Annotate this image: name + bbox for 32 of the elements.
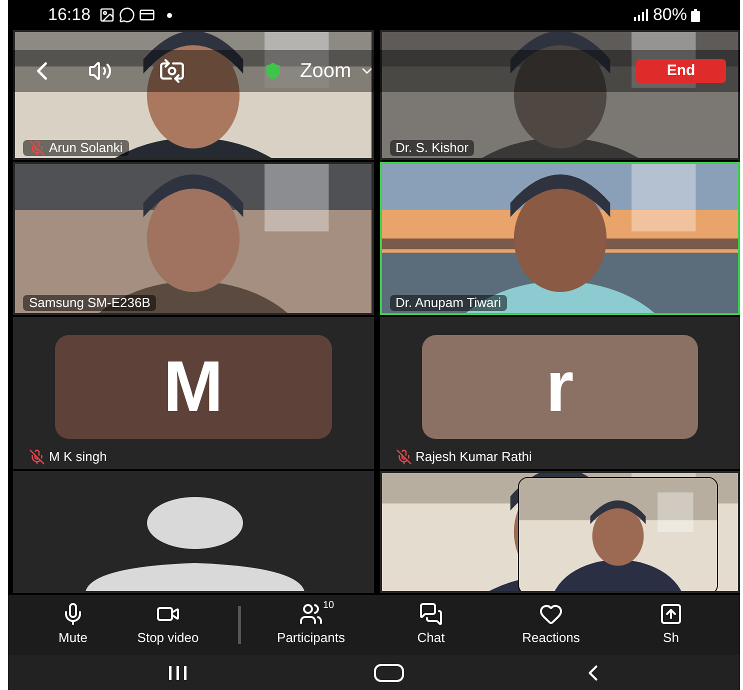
heart-icon — [539, 602, 563, 626]
chat-icon — [118, 7, 135, 23]
participant-name: Samsung SM-E236B — [29, 295, 150, 311]
recent-apps-icon[interactable] — [168, 664, 188, 680]
chat-bubbles-icon — [419, 602, 443, 626]
image-icon — [98, 7, 115, 23]
share-icon — [659, 602, 683, 626]
toolbar-button[interactable]: Reactions — [491, 602, 611, 648]
participant-name: Rajesh Kumar Rathi — [416, 449, 532, 465]
participant-name: Arun Solanki — [49, 140, 123, 156]
toolbar-button[interactable]: Sh — [611, 602, 731, 648]
home-icon[interactable] — [373, 662, 405, 682]
meeting-title-menu[interactable]: Zoom — [300, 56, 376, 86]
toolbar-button[interactable]: Stop video — [108, 602, 228, 648]
signal-icon — [632, 9, 649, 21]
shield-icon — [264, 62, 282, 80]
participant-count: 10 — [323, 599, 334, 614]
muted-mic-icon — [29, 140, 45, 156]
participant-name: M K singh — [49, 449, 107, 465]
people-icon — [299, 602, 323, 626]
participant-name: Dr. Anupam Tiwari — [396, 295, 501, 311]
avatar-letter: r — [546, 351, 574, 423]
battery-percent: 80% — [652, 4, 687, 26]
status-time: 16:18 — [48, 4, 91, 26]
toolbar-button[interactable]: 10 Participants — [251, 602, 371, 648]
participant-name: Dr. S. Kishor — [396, 140, 468, 156]
avatar-letter: M — [163, 351, 224, 423]
toolbar-button[interactable]: Mute — [38, 602, 108, 648]
toolbar-button[interactable]: Chat — [371, 602, 491, 648]
battery-icon — [691, 8, 700, 22]
end-button[interactable]: End — [636, 59, 726, 83]
card-icon — [138, 7, 155, 23]
